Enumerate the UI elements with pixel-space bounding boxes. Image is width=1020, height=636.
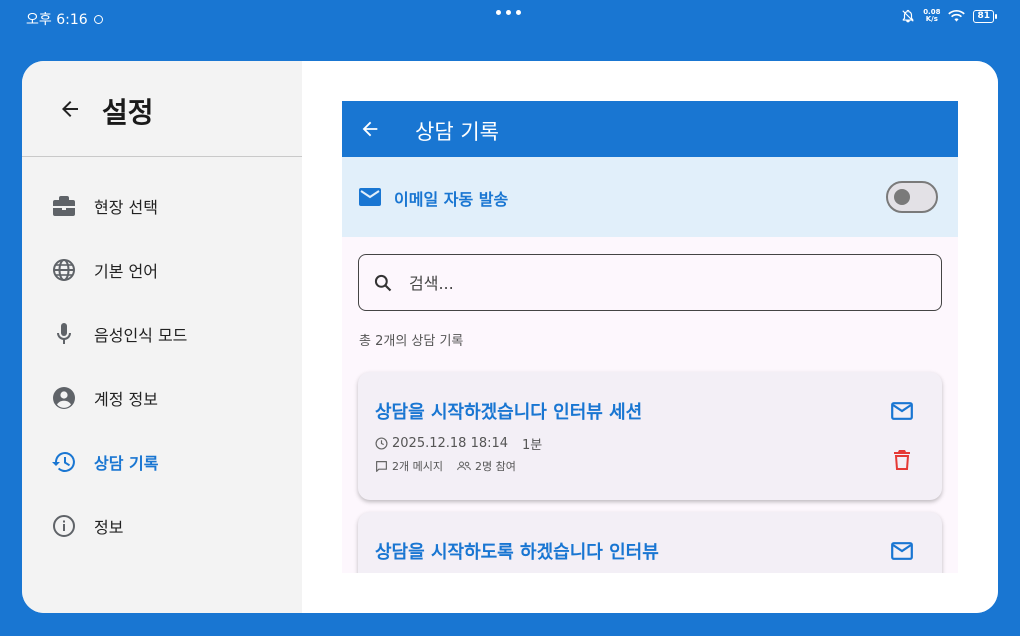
sidebar-header: 설정: [22, 61, 302, 157]
sidebar-item-consultation-history[interactable]: 상담 기록: [22, 434, 302, 490]
status-bar: 오후 6:16 0.08 K/s 81: [0, 0, 1020, 34]
card-title: 상담을 시작하도록 하겠습니다 인터뷰: [375, 542, 659, 563]
people-icon: [456, 461, 471, 471]
email-icon: [359, 188, 381, 206]
delete-icon[interactable]: [893, 449, 911, 470]
clock-icon: [375, 437, 388, 450]
app-bar: 상담 기록: [342, 101, 958, 157]
status-icons: 0.08 K/s 81: [901, 8, 997, 24]
sidebar-item-label: 계정 정보: [94, 390, 158, 409]
sidebar-item-account[interactable]: 계정 정보: [22, 370, 302, 426]
globe-icon: [50, 256, 78, 284]
card-datetime-row: 2025.12.18 18:14 1분: [375, 434, 542, 453]
page-title: 설정: [102, 96, 154, 129]
sidebar-item-label: 음성인식 모드: [94, 326, 188, 345]
account-circle-icon: [50, 384, 78, 412]
status-time-group: 오후 6:16: [26, 9, 103, 29]
content-area: 상담 기록 이메일 자동 발송 총 2개의 상담 기록 상담을 시작하겠습니다 …: [302, 61, 998, 613]
sync-circle-icon: [93, 14, 103, 24]
sidebar-item-site-select[interactable]: 현장 선택: [22, 178, 302, 234]
card-title: 상담을 시작하겠습니다 인터뷰 세션: [375, 402, 643, 423]
sidebar-item-label: 현장 선택: [94, 198, 158, 217]
sidebar-item-voice-mode[interactable]: 음성인식 모드: [22, 306, 302, 362]
sidebar-item-language[interactable]: 기본 언어: [22, 242, 302, 298]
card-message-count: 2개 메시지: [392, 460, 443, 473]
search-icon: [374, 274, 392, 292]
consultation-card[interactable]: 상담을 시작하겠습니다 인터뷰 세션 2025.12.18 18:14 1분 2…: [358, 372, 942, 500]
search-input[interactable]: [409, 269, 909, 297]
card-stats-row: 2개 메시지 2명 참여: [375, 458, 516, 474]
sidebar-item-label: 정보: [94, 518, 124, 537]
card-datetime: 2025.12.18 18:14: [392, 436, 509, 451]
email-auto-send-row: 이메일 자동 발송: [342, 157, 958, 237]
record-count: 총 2개의 상담 기록: [359, 334, 464, 349]
consultation-card[interactable]: 상담을 시작하도록 하겠습니다 인터뷰: [358, 512, 942, 573]
app-bar-title: 상담 기록: [415, 120, 499, 144]
back-arrow-icon[interactable]: [359, 118, 381, 140]
briefcase-icon: [50, 192, 78, 220]
notifications-off-icon: [902, 9, 914, 23]
sidebar-item-info[interactable]: 정보: [22, 498, 302, 554]
settings-sidebar: 설정 현장 선택 기본 언어 음성인식 모드 계정 정보 상담 기록 정보: [22, 61, 302, 613]
settings-window: 설정 현장 선택 기본 언어 음성인식 모드 계정 정보 상담 기록 정보 상담…: [22, 61, 998, 613]
sidebar-item-label: 기본 언어: [94, 262, 158, 281]
more-dots-icon[interactable]: [496, 10, 521, 15]
info-icon: [50, 512, 78, 540]
network-speed: 0.08 K/s: [923, 8, 941, 23]
toggle-knob: [894, 189, 910, 205]
mail-outline-icon[interactable]: [891, 402, 913, 420]
back-arrow-icon[interactable]: [58, 97, 82, 121]
history-icon: [50, 448, 78, 476]
card-duration: 1분: [522, 438, 543, 453]
email-auto-send-label: 이메일 자동 발송: [394, 190, 509, 209]
wifi-icon: [948, 10, 966, 22]
status-time: 오후 6:16: [26, 12, 88, 28]
sidebar-item-label: 상담 기록: [94, 454, 159, 473]
consultation-history-panel: 상담 기록 이메일 자동 발송 총 2개의 상담 기록 상담을 시작하겠습니다 …: [342, 101, 958, 573]
chat-bubble-icon: [376, 460, 387, 472]
battery-icon: 81: [973, 9, 997, 23]
search-box: [358, 254, 942, 311]
mail-outline-icon[interactable]: [891, 542, 913, 560]
card-participant-count: 2명 참여: [474, 460, 516, 473]
microphone-icon: [50, 320, 78, 348]
email-auto-send-toggle[interactable]: [886, 181, 938, 213]
